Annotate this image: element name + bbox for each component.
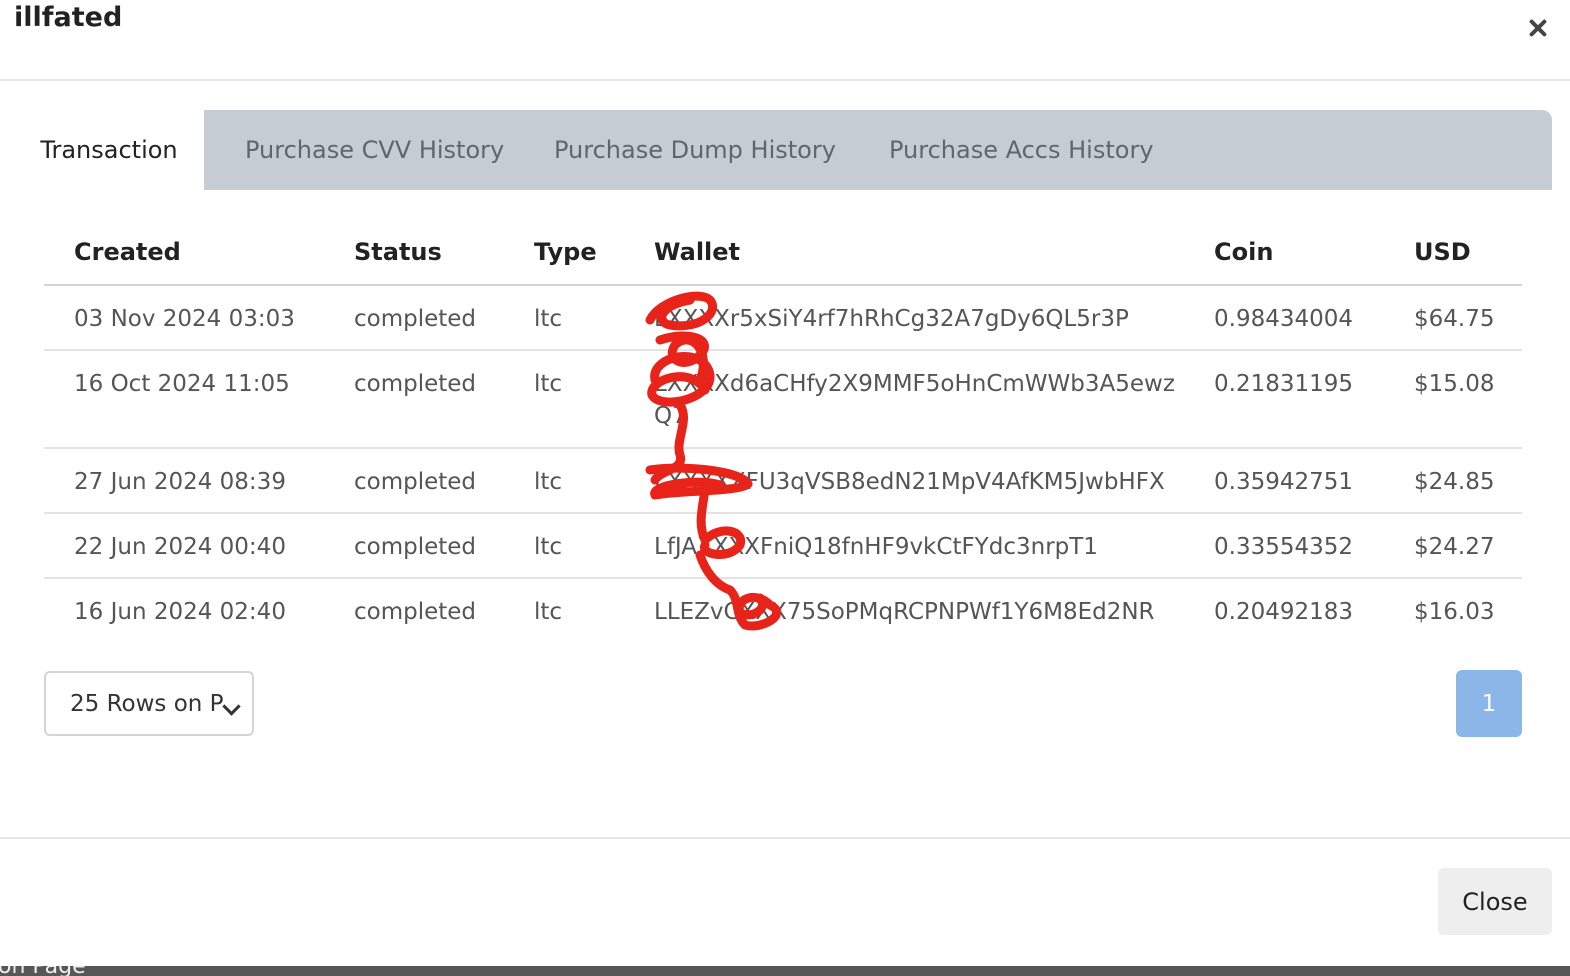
cell-wallet: LfJAXXXXFniQ18fnHF9vkCtFYdc3nrpT1	[654, 534, 1098, 560]
column-header-usd: USD	[1384, 220, 1522, 286]
cell-created: 16 Oct 2024 11:05	[74, 371, 290, 397]
modal-dialog: illfated Transaction Purchase CVV Histor…	[0, 0, 1570, 966]
tab-purchase-accs-history[interactable]: Purchase Accs History	[889, 110, 1154, 190]
close-icon[interactable]	[1522, 12, 1554, 44]
modal-footer-divider	[0, 837, 1570, 839]
cell-coin: 0.33554352	[1214, 534, 1354, 560]
table-row: 03 Nov 2024 03:03 completed ltc LXXXXr5x…	[44, 285, 1522, 351]
table-row: 27 Jun 2024 08:39 completed ltc LXXXXXFU…	[44, 448, 1522, 514]
cell-created: 22 Jun 2024 00:40	[74, 534, 286, 560]
cell-status: completed	[354, 306, 477, 332]
column-header-type: Type	[504, 220, 624, 286]
background-page-strip: on Page	[0, 966, 1570, 976]
tab-purchase-cvv-history[interactable]: Purchase CVV History	[245, 110, 504, 190]
column-header-created: Created	[44, 220, 324, 286]
chevron-down-icon	[222, 697, 241, 716]
transactions-table: Created Status Type Wallet Coin USD 03 N…	[44, 220, 1522, 642]
cell-usd: $24.85	[1414, 469, 1495, 495]
cell-status: completed	[354, 469, 477, 495]
cell-usd: $15.08	[1414, 371, 1495, 397]
column-header-wallet: Wallet	[624, 220, 1184, 286]
cell-coin: 0.98434004	[1214, 306, 1354, 332]
cell-type: ltc	[534, 306, 563, 332]
cell-coin: 0.21831195	[1214, 371, 1354, 397]
cell-usd: $24.27	[1414, 534, 1495, 560]
cell-created: 03 Nov 2024 03:03	[74, 306, 295, 332]
modal-title: illfated	[14, 2, 123, 33]
cell-wallet: LXXXXr5xSiY4rf7hRhCg32A7gDy6QL5r3P	[654, 306, 1129, 332]
cell-type: ltc	[534, 469, 563, 495]
page-button-1[interactable]: 1	[1456, 670, 1522, 737]
tab-transaction[interactable]: Transaction	[14, 110, 204, 190]
table-row: 22 Jun 2024 00:40 completed ltc LfJAXXXX…	[44, 513, 1522, 579]
cell-status: completed	[354, 534, 477, 560]
cell-wallet: LXXXXXFU3qVSB8edN21MpV4AfKM5JwbHFX	[654, 469, 1165, 495]
close-button[interactable]: Close	[1438, 868, 1552, 935]
table-row: 16 Oct 2024 11:05 completed ltc LXXXXd6a…	[44, 350, 1522, 449]
cell-usd: $64.75	[1414, 306, 1495, 332]
cell-status: completed	[354, 371, 477, 397]
modal-header: illfated	[0, 0, 1570, 81]
background-ghost-text: on Page	[0, 966, 86, 976]
cell-usd: $16.03	[1414, 599, 1495, 625]
column-header-coin: Coin	[1184, 220, 1384, 286]
cell-created: 16 Jun 2024 02:40	[74, 599, 286, 625]
rows-per-page-select[interactable]: 25 Rows on P	[44, 671, 254, 736]
cell-coin: 0.35942751	[1214, 469, 1354, 495]
table-row: 16 Jun 2024 02:40 completed ltc LLEZvCXX…	[44, 578, 1522, 642]
tab-bar: Transaction Purchase CVV History Purchas…	[14, 110, 1552, 190]
rows-per-page-value: 25 Rows on P	[70, 690, 224, 717]
cell-status: completed	[354, 599, 477, 625]
column-header-status: Status	[324, 220, 504, 286]
cell-type: ltc	[534, 599, 563, 625]
table-header-row: Created Status Type Wallet Coin USD	[44, 220, 1522, 286]
cell-wallet: LXXXXd6aCHfy2X9MMF5oHnCmWWb3A5ewzQ7	[654, 371, 1175, 429]
tab-purchase-dump-history[interactable]: Purchase Dump History	[554, 110, 836, 190]
cell-coin: 0.20492183	[1214, 599, 1354, 625]
cell-created: 27 Jun 2024 08:39	[74, 469, 286, 495]
cell-wallet: LLEZvCXXX75SoPMqRCPNPWf1Y6M8Ed2NR	[654, 599, 1155, 625]
cell-type: ltc	[534, 371, 563, 397]
cell-type: ltc	[534, 534, 563, 560]
